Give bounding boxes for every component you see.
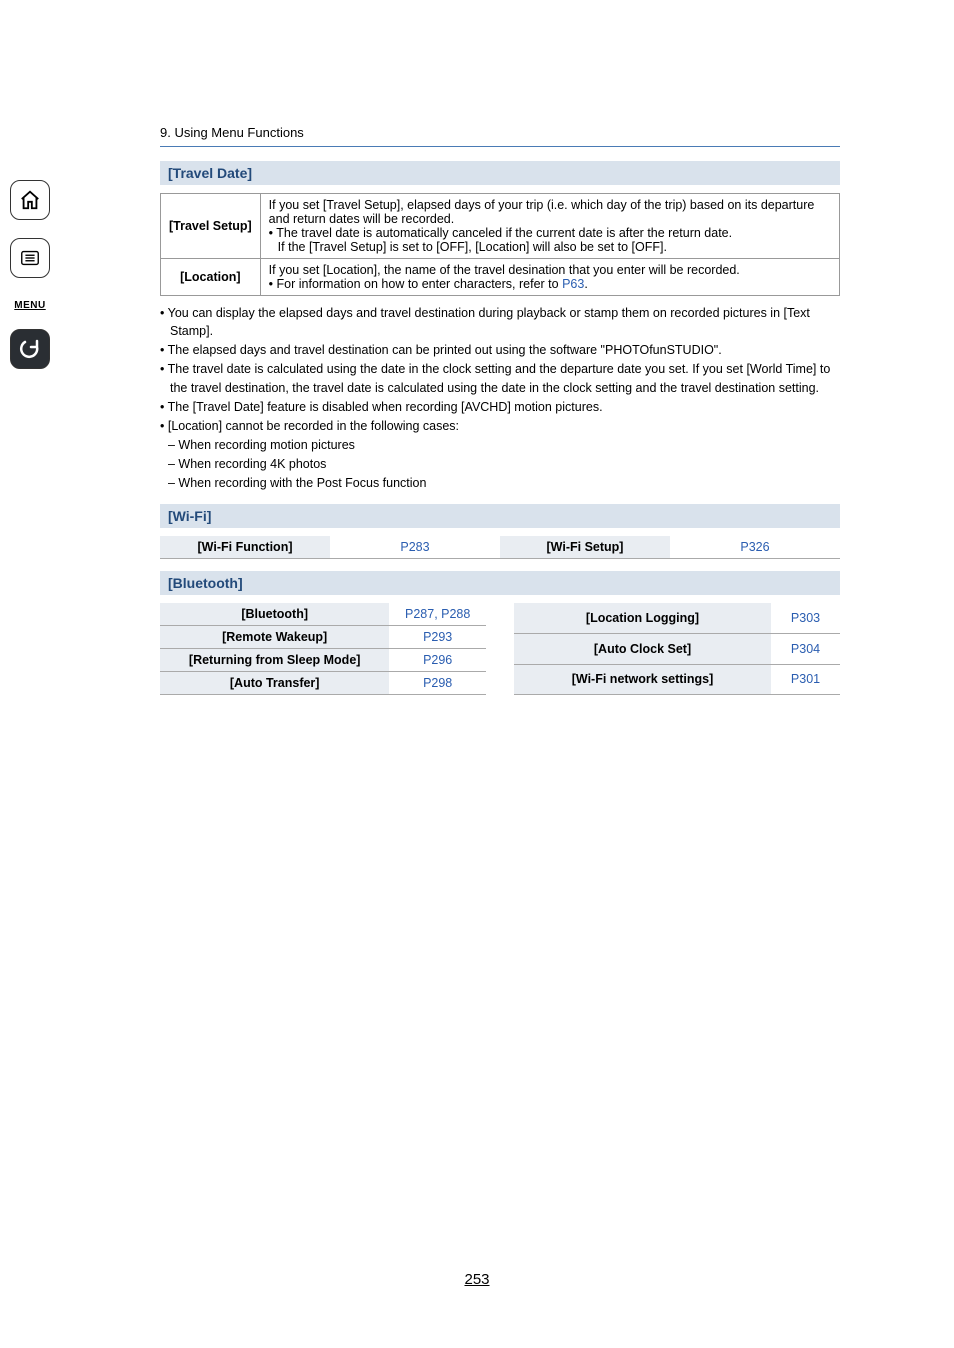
link-p296[interactable]: P296 [423,653,452,667]
bluetooth-right-table: [Location Logging] P303 [Auto Clock Set]… [514,603,840,695]
back-arrow-icon [18,337,42,361]
table-row: [Wi-Fi Function] P283 [Wi-Fi Setup] P326 [160,536,840,559]
cell-line: If the [Travel Setup] is set to [OFF], [… [269,240,831,254]
table-row: [Location] If you set [Location], the na… [161,259,840,296]
home-icon [19,189,41,211]
bluetooth-left-table: [Bluetooth] P287, P288 [Remote Wakeup] P… [160,603,486,695]
wifi-function-link: P283 [330,536,500,559]
link-p298[interactable]: P298 [423,676,452,690]
table-row: [Auto Clock Set] P304 [514,633,840,664]
bt-link: P301 [771,664,840,695]
bt-label: [Location Logging] [514,603,771,633]
bt-label: [Auto Transfer] [160,672,389,695]
wifi-setup-link: P326 [670,536,840,559]
wifi-table: [Wi-Fi Function] P283 [Wi-Fi Setup] P326 [160,536,840,559]
table-row: [Bluetooth] P287, P288 [160,603,486,626]
cell-line: • For information on how to enter charac… [269,277,831,291]
note-item: • [Location] cannot be recorded in the f… [160,417,840,435]
row-content: If you set [Location], the name of the t… [260,259,839,296]
table-row: [Wi-Fi network settings] P301 [514,664,840,695]
table-row: [Returning from Sleep Mode] P296 [160,649,486,672]
wifi-setup-label: [Wi-Fi Setup] [500,536,670,559]
cell-text: . [584,277,587,291]
cell-line: • The travel date is automatically cance… [269,226,831,240]
note-item: • The elapsed days and travel destinatio… [160,341,840,359]
note-subitem: – When recording with the Post Focus fun… [160,474,840,492]
table-row: [Auto Transfer] P298 [160,672,486,695]
cell-line: If you set [Travel Setup], elapsed days … [269,198,831,226]
note-item: • You can display the elapsed days and t… [160,304,840,340]
sidebar: MENU [0,180,60,369]
note-subitem: – When recording motion pictures [160,436,840,454]
link-p287-p288[interactable]: P287, P288 [405,607,470,621]
bt-label: [Returning from Sleep Mode] [160,649,389,672]
note-subitem: – When recording 4K photos [160,455,840,473]
contents-button[interactable] [10,238,50,278]
link-p293[interactable]: P293 [423,630,452,644]
bt-link: P298 [389,672,486,695]
section-wifi: [Wi-Fi] [160,504,840,528]
bt-link: P287, P288 [389,603,486,626]
bt-link: P304 [771,633,840,664]
list-icon [19,247,41,269]
row-label: [Location] [161,259,261,296]
bt-label: [Wi-Fi network settings] [514,664,771,695]
home-button[interactable] [10,180,50,220]
section-travel-date: [Travel Date] [160,161,840,185]
cell-line: If you set [Location], the name of the t… [269,263,831,277]
link-p326[interactable]: P326 [740,540,769,554]
bluetooth-table-wrap: [Bluetooth] P287, P288 [Remote Wakeup] P… [160,603,840,695]
row-label: [Travel Setup] [161,194,261,259]
menu-text: MENU [14,300,45,311]
wifi-table-wrap: [Wi-Fi Function] P283 [Wi-Fi Setup] P326 [160,536,840,559]
wifi-function-label: [Wi-Fi Function] [160,536,330,559]
link-p63[interactable]: P63 [562,277,584,291]
bt-label: [Bluetooth] [160,603,389,626]
back-button[interactable] [10,329,50,369]
chapter-heading: 9. Using Menu Functions [160,125,840,147]
notes-block: • You can display the elapsed days and t… [160,304,840,492]
table-row: [Remote Wakeup] P293 [160,626,486,649]
bt-link: P296 [389,649,486,672]
row-content: If you set [Travel Setup], elapsed days … [260,194,839,259]
page-content: 9. Using Menu Functions [Travel Date] [T… [160,125,840,707]
travel-date-table: [Travel Setup] If you set [Travel Setup]… [160,193,840,296]
link-p304[interactable]: P304 [791,642,820,656]
bt-link: P303 [771,603,840,633]
table-row: [Location Logging] P303 [514,603,840,633]
note-item: • The travel date is calculated using th… [160,360,840,396]
bt-link: P293 [389,626,486,649]
menu-label[interactable]: MENU [14,296,45,311]
note-item: • The [Travel Date] feature is disabled … [160,398,840,416]
bt-label: [Remote Wakeup] [160,626,389,649]
bt-label: [Auto Clock Set] [514,633,771,664]
link-p303[interactable]: P303 [791,611,820,625]
table-row: [Travel Setup] If you set [Travel Setup]… [161,194,840,259]
section-bluetooth: [Bluetooth] [160,571,840,595]
cell-text: • For information on how to enter charac… [269,277,562,291]
link-p301[interactable]: P301 [791,672,820,686]
link-p283[interactable]: P283 [400,540,429,554]
page-number: 253 [0,1271,954,1288]
